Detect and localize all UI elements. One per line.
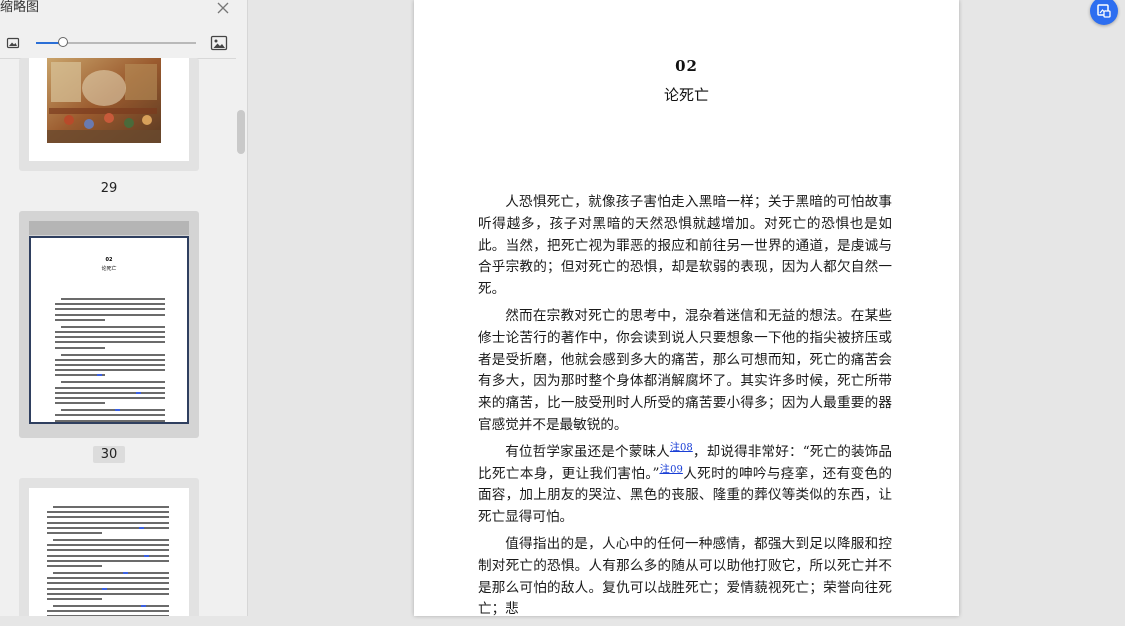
thumbnail-page-shadow [29, 221, 189, 235]
mini-text-line [55, 369, 165, 372]
thumbnail-page-image [29, 58, 189, 161]
mini-chapter-title: 论死亡 [101, 266, 117, 272]
mini-text-line [55, 336, 165, 339]
mini-link-mark [115, 409, 120, 412]
thumbnail-page-number: 29 [0, 181, 218, 196]
paragraph-text: 值得指出的是，人心中的任何一种感情，都强大到足以降服和控制对死亡的恐惧。人有那么… [478, 535, 892, 618]
chapter-body: 人恐惧死亡，就像孩子害怕走入黑暗一样；关于黑暗的可怕故事听得越多，孩子对黑暗的天… [478, 192, 892, 626]
mini-text-line [47, 532, 102, 534]
mini-text-line [47, 610, 169, 613]
mini-text-line [53, 539, 169, 541]
thumbnail-page-29[interactable] [19, 58, 199, 171]
mini-text-line [55, 313, 165, 316]
mini-text-line [55, 308, 165, 311]
footnote-link[interactable]: 注08 [670, 442, 693, 453]
mini-text-line [47, 521, 169, 524]
mini-text-line [55, 391, 165, 394]
mini-text-line [55, 341, 165, 344]
mini-text-line [55, 358, 165, 361]
thumbnail-page-image: 02 论死亡 [29, 236, 189, 424]
thumbnail-scrollbar[interactable] [237, 110, 245, 154]
document-page: 02 论死亡 人恐惧死亡，就像孩子害怕走入黑暗一样；关于黑暗的可怕故事听得越多，… [414, 0, 959, 617]
mini-link-mark [123, 572, 128, 574]
mini-text-line [47, 592, 169, 595]
mini-text-line [61, 409, 165, 412]
mini-text-line [55, 414, 165, 417]
mini-text-line [47, 577, 169, 580]
mini-text-line [47, 511, 169, 514]
paragraph-text: 人恐惧死亡，就像孩子害怕走入黑暗一样；关于黑暗的可怕故事听得越多，孩子对黑暗的天… [478, 194, 892, 298]
document-viewer[interactable]: 02 论死亡 人恐惧死亡，就像孩子害怕走入黑暗一样；关于黑暗的可怕故事听得越多，… [248, 0, 1125, 617]
mini-link-mark [102, 587, 107, 590]
large-image-icon [210, 35, 228, 51]
chapter-number: 02 [675, 57, 698, 75]
mini-text-line [47, 598, 102, 600]
thumbnail-page-30[interactable]: 02 论死亡 [19, 211, 199, 438]
mini-text-line [53, 605, 169, 607]
painting-image [47, 58, 161, 143]
close-sidebar-button[interactable] [215, 0, 231, 16]
mini-text-line [47, 526, 169, 529]
thumbnail-page-number-selected: 30 [0, 446, 218, 463]
mini-text-line [47, 554, 169, 557]
mini-text-line [55, 346, 105, 349]
mini-text-line [55, 318, 105, 321]
mini-text-line [47, 516, 169, 519]
zoom-out-button[interactable] [6, 35, 22, 51]
mini-text-line [61, 325, 165, 328]
mini-chapter-number: 02 [105, 257, 113, 263]
thumbnail-zoom-toolbar [0, 30, 236, 59]
page-number-label: 29 [100, 181, 118, 196]
mini-text-line [61, 381, 165, 384]
zoom-slider-handle[interactable] [58, 37, 69, 47]
mini-text-line [61, 298, 165, 300]
sidebar-title: 缩略图 [0, 0, 40, 15]
mini-text-line [47, 559, 169, 562]
paragraph: 人恐惧死亡，就像孩子害怕走入黑暗一样；关于黑暗的可怕故事听得越多，孩子对黑暗的天… [478, 192, 892, 301]
small-image-icon [6, 37, 20, 49]
paragraph: 然而在宗教对死亡的思考中，混杂着迷信和无益的想法。在某些修士论苦行的著作中，你会… [478, 306, 892, 437]
paragraph-text: 有位哲学家虽还是个蒙昧人 [505, 443, 670, 460]
mini-text-line [55, 331, 165, 333]
mini-text-line [47, 587, 169, 590]
zoom-in-button[interactable] [210, 34, 228, 52]
thumbnail-sidebar: 缩略图 29 02 论死亡 30 [0, 0, 248, 616]
thumbnail-page-31[interactable] [19, 478, 199, 616]
mini-link-mark [141, 605, 146, 607]
paragraph: 值得指出的是，人心中的任何一种感情，都强大到足以降服和控制对死亡的恐惧。人有那么… [478, 534, 892, 621]
mini-text-line [47, 565, 102, 567]
export-image-icon [1097, 4, 1111, 18]
close-icon [217, 2, 229, 14]
mini-text-line [53, 506, 169, 508]
mini-text-line [55, 419, 165, 422]
mini-link-mark [139, 526, 144, 529]
mini-text-line [47, 582, 169, 585]
mini-text-line [61, 353, 165, 356]
mini-text-line [55, 364, 165, 366]
chapter-title: 论死亡 [663, 86, 709, 104]
mini-text-line [55, 397, 165, 399]
mini-link-mark [136, 391, 141, 394]
mini-text-line [53, 572, 169, 574]
thumbnail-page-image [29, 488, 189, 616]
mini-text-line [55, 386, 165, 389]
mini-text-line [55, 402, 105, 405]
zoom-slider[interactable] [36, 37, 196, 47]
mini-text-line [47, 544, 169, 547]
page-number-label: 30 [92, 446, 126, 463]
mini-text-line [47, 549, 169, 552]
footnote-link[interactable]: 注09 [659, 464, 682, 475]
mini-link-mark [97, 374, 102, 377]
paragraph-text: 然而在宗教对死亡的思考中，混杂着迷信和无益的想法。在某些修士论苦行的著作中，你会… [478, 307, 892, 433]
mini-link-mark [144, 554, 149, 557]
paragraph: 有位哲学家虽还是个蒙昧人注08，却说得非常好：“死亡的装饰品比死亡本身，更让我们… [478, 442, 892, 529]
mini-text-line [55, 303, 165, 306]
